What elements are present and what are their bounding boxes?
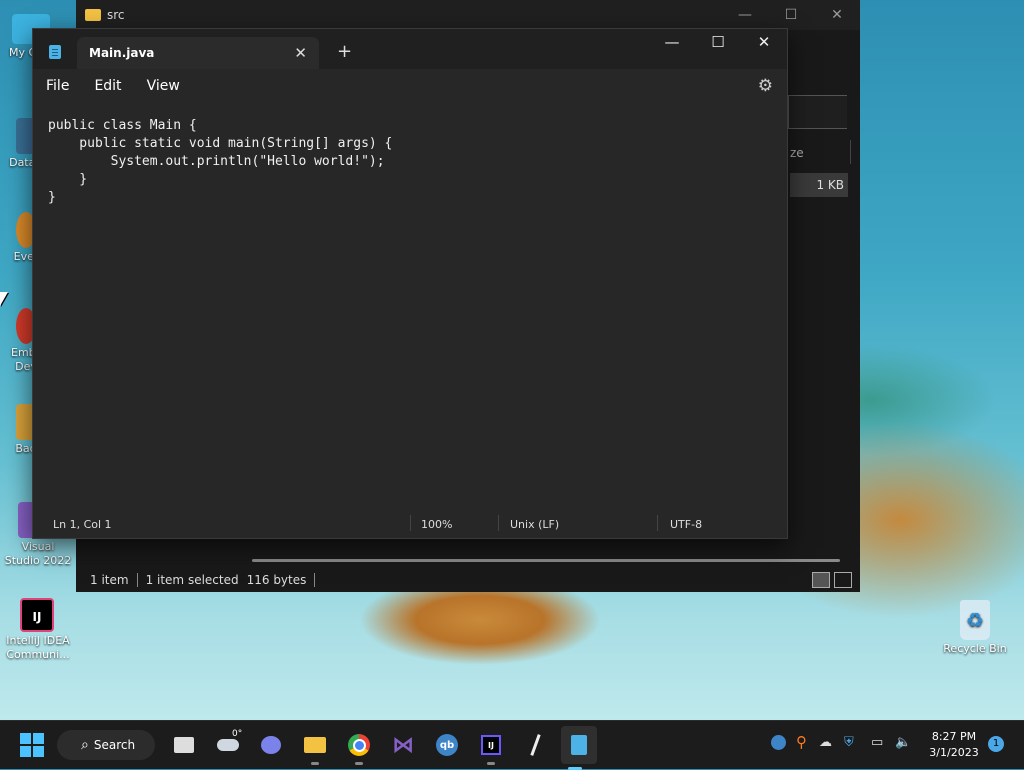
status-separator <box>498 515 499 531</box>
tab-close-icon[interactable]: ✕ <box>294 44 307 62</box>
column-divider[interactable] <box>850 140 851 164</box>
desktop-icon-recycle-bin[interactable]: ♻ Recycle Bin <box>937 600 1013 656</box>
desktop-icon-label: IntelliJ IDEA Communi... <box>6 634 70 661</box>
status-separator <box>314 573 316 587</box>
large-icons-view-icon[interactable] <box>834 572 852 588</box>
tray-network-icon[interactable]: ▭ <box>871 735 883 750</box>
clock-date: 3/1/2023 <box>929 746 979 759</box>
taskbar-search-button[interactable]: ⌕ Search <box>57 730 155 760</box>
status-selected: 1 item selected <box>145 573 239 587</box>
notepad-window[interactable]: Main.java ✕ + — ☐ ✕ File Edit View ⚙ pub… <box>32 28 788 539</box>
intellij-icon: IJ <box>481 735 501 755</box>
running-indicator <box>487 762 495 765</box>
qbittorrent-icon: qb <box>436 734 458 756</box>
taskbar-visual-studio[interactable]: ⋈ <box>389 731 417 759</box>
notepad-menu-bar: File Edit View ⚙ <box>33 69 787 103</box>
close-icon[interactable]: ✕ <box>814 0 860 30</box>
weather-temp: 0° <box>232 729 243 739</box>
start-button[interactable] <box>18 731 46 759</box>
clock-time: 8:27 PM <box>931 730 977 743</box>
taskbar-teams[interactable] <box>257 731 285 759</box>
mouse-cursor <box>0 292 8 306</box>
taskbar-clock[interactable]: 8:27 PM 3/1/2023 <box>918 729 990 761</box>
intellij-icon: IJ <box>20 598 54 632</box>
tab-main-java[interactable]: Main.java ✕ <box>77 37 319 69</box>
teams-chat-icon <box>261 736 281 754</box>
details-view-icon[interactable] <box>812 572 830 588</box>
tab-title: Main.java <box>89 46 155 60</box>
file-size: 1 KB <box>816 178 844 192</box>
search-label: Search <box>93 738 136 752</box>
desktop-icon-label: Visual Studio 2022 <box>4 540 72 567</box>
running-indicator <box>311 762 319 765</box>
close-icon[interactable]: ✕ <box>741 29 787 55</box>
chrome-icon <box>348 734 370 756</box>
status-item-count: 1 item <box>90 573 129 587</box>
recycle-bin-icon: ♻ <box>960 600 990 640</box>
search-icon: ⌕ <box>81 737 89 753</box>
menu-view[interactable]: View <box>147 78 180 94</box>
horizontal-scrollbar[interactable] <box>252 559 840 562</box>
folder-icon <box>304 737 326 753</box>
status-cursor-position: Ln 1, Col 1 <box>53 518 112 531</box>
new-tab-icon[interactable]: + <box>337 41 352 62</box>
status-separator <box>410 515 411 531</box>
notepad-window-controls: — ☐ ✕ <box>649 29 787 55</box>
taskbar-pen-app[interactable] <box>521 731 549 759</box>
minimize-icon[interactable]: — <box>722 0 768 30</box>
taskbar-intellij[interactable]: IJ <box>477 731 505 765</box>
desktop-icon-intellij[interactable]: IJ IntelliJ IDEA Communi... <box>0 598 76 662</box>
notepad-icon <box>571 735 587 755</box>
menu-edit[interactable]: Edit <box>94 78 121 94</box>
notepad-status-bar: Ln 1, Col 1 100% Unix (LF) UTF-8 <box>33 509 787 538</box>
notification-badge[interactable]: 1 <box>988 736 1004 752</box>
folder-icon <box>85 9 101 21</box>
editor-content[interactable]: public class Main { public static void m… <box>33 103 787 207</box>
taskbar: ⌕ Search 0° ⋈ qb IJ ⚲ ☁ ⛨ ▭ 🔈 8:27 PM 3/… <box>0 720 1024 770</box>
text-editor[interactable]: public class Main { public static void m… <box>33 103 787 509</box>
windows-logo-icon <box>20 733 44 757</box>
cloud-icon <box>217 739 239 751</box>
explorer-search-input[interactable] <box>788 95 847 129</box>
status-encoding[interactable]: UTF-8 <box>670 518 702 531</box>
settings-gear-icon[interactable]: ⚙ <box>758 76 773 96</box>
notepad-tab-bar[interactable]: Main.java ✕ + — ☐ ✕ <box>33 29 787 69</box>
tray-qbittorrent-icon[interactable] <box>771 735 786 750</box>
status-line-ending[interactable]: Unix (LF) <box>510 518 559 531</box>
explorer-title: src <box>107 8 125 22</box>
maximize-icon[interactable]: ☐ <box>695 29 741 55</box>
taskbar-file-explorer[interactable] <box>301 731 329 765</box>
pen-icon <box>529 734 541 756</box>
status-separator <box>657 515 658 531</box>
column-header-size[interactable]: ze <box>790 146 804 160</box>
tray-onedrive-icon[interactable]: ☁ <box>819 735 832 750</box>
explorer-status-bar: 1 item 1 item selected 116 bytes <box>76 568 316 592</box>
maximize-icon[interactable]: ☐ <box>768 0 814 30</box>
desktop-icon-label: Recycle Bin <box>943 642 1007 655</box>
taskbar-qbittorrent[interactable]: qb <box>433 731 461 759</box>
view-toggle <box>812 572 852 588</box>
running-indicator <box>355 762 363 765</box>
tray-security-icon[interactable]: ⛨ <box>844 735 854 750</box>
file-row[interactable]: 1 KB <box>790 173 848 197</box>
taskbar-notepad[interactable] <box>561 726 597 770</box>
taskbar-chrome[interactable] <box>345 731 373 765</box>
taskbar-weather[interactable]: 0° <box>214 729 243 759</box>
visual-studio-icon: ⋈ <box>392 732 414 758</box>
menu-file[interactable]: File <box>46 78 69 94</box>
minimize-icon[interactable]: — <box>649 29 695 55</box>
taskbar-task-view[interactable] <box>170 731 198 759</box>
task-view-icon <box>174 737 194 753</box>
notepad-app-icon <box>49 45 61 59</box>
explorer-window-controls: — ☐ ✕ <box>722 0 860 30</box>
tray-search-everything-icon[interactable]: ⚲ <box>796 733 807 751</box>
tray-volume-icon[interactable]: 🔈 <box>895 735 911 750</box>
status-size: 116 bytes <box>246 573 307 587</box>
status-zoom[interactable]: 100% <box>421 518 452 531</box>
